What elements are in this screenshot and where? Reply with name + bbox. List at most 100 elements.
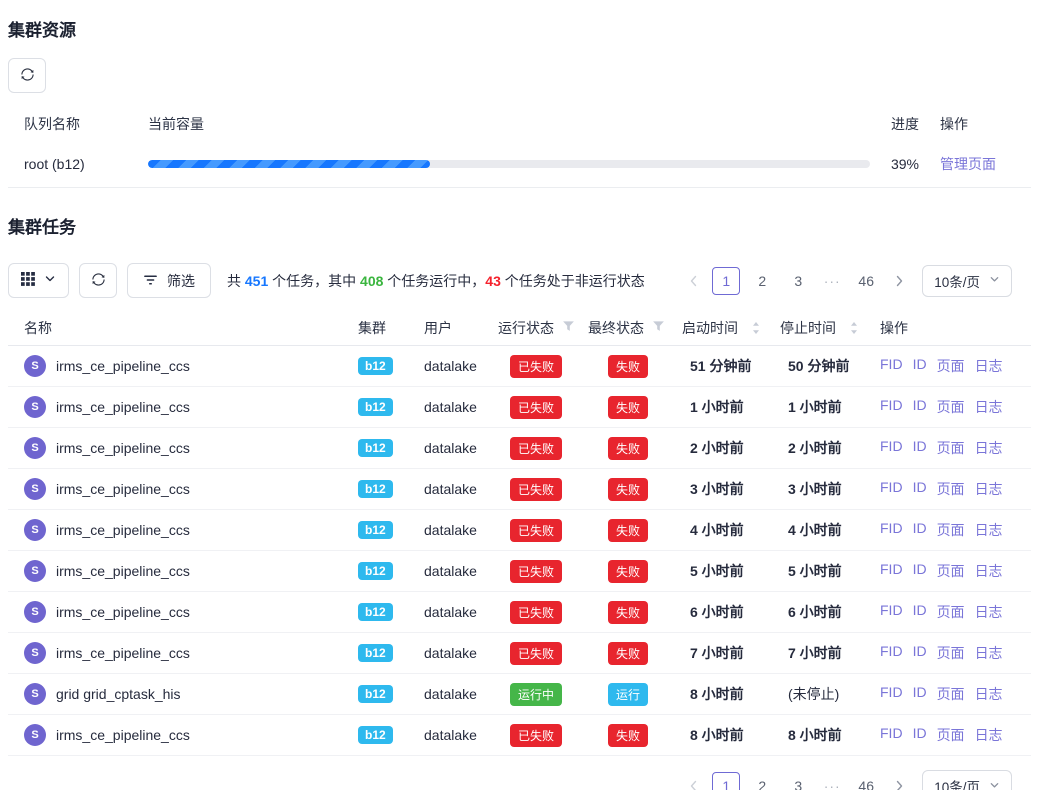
page-size-value: 10条/页: [934, 776, 980, 790]
pagination-page-2[interactable]: 2: [748, 772, 776, 790]
action-link-id[interactable]: ID: [913, 561, 927, 581]
header-final-status: 最终状态: [588, 318, 682, 338]
spark-avatar-icon: S: [24, 601, 46, 623]
cluster-resources-title: 集群资源: [8, 16, 1031, 41]
stop-time-cell: 6 小时前: [780, 602, 880, 622]
pagination-prev-button[interactable]: [682, 267, 704, 295]
action-link-id[interactable]: ID: [913, 725, 927, 745]
action-link-id[interactable]: ID: [913, 438, 927, 458]
final-status-badge: 失败: [608, 724, 648, 747]
pagination-page-46[interactable]: 46: [852, 267, 880, 295]
task-name-cell: S irms_ce_pipeline_ccs: [8, 396, 358, 418]
action-link-fid[interactable]: FID: [880, 684, 903, 704]
sorter-icon[interactable]: [850, 321, 858, 335]
final-status-badge: 失败: [608, 396, 648, 419]
header-stop-time[interactable]: 停止时间: [780, 318, 880, 338]
action-link-日志[interactable]: 日志: [975, 397, 1003, 417]
action-link-页面[interactable]: 页面: [937, 438, 965, 458]
action-link-id[interactable]: ID: [913, 684, 927, 704]
action-link-日志[interactable]: 日志: [975, 520, 1003, 540]
manage-page-link[interactable]: 管理页面: [940, 156, 996, 172]
pagination-prev-button[interactable]: [682, 772, 704, 790]
page-size-select[interactable]: 10条/页: [922, 770, 1012, 790]
pagination-page-3[interactable]: 3: [784, 772, 812, 790]
task-table-header: 名称 集群 用户 运行状态 最终状态 启动时间 停止时间 操作: [8, 310, 1031, 346]
pagination-page-3[interactable]: 3: [784, 267, 812, 295]
pagination-next-button[interactable]: [888, 772, 910, 790]
filter-button[interactable]: 筛选: [127, 263, 211, 298]
pagination-ellipsis[interactable]: ···: [820, 273, 844, 289]
pagination-ellipsis[interactable]: ···: [820, 778, 844, 790]
action-link-日志[interactable]: 日志: [975, 684, 1003, 704]
task-name-cell: S irms_ce_pipeline_ccs: [8, 519, 358, 541]
cluster-tag: b12: [358, 357, 393, 375]
filter-funnel-icon[interactable]: [652, 320, 665, 336]
action-link-页面[interactable]: 页面: [937, 643, 965, 663]
stop-time-cell: (未停止): [780, 684, 880, 704]
filter-funnel-icon[interactable]: [562, 320, 575, 336]
cluster-tag: b12: [358, 603, 393, 621]
user-cell: datalake: [424, 358, 498, 374]
action-link-id[interactable]: ID: [913, 479, 927, 499]
stop-time-cell: 3 小时前: [780, 479, 880, 499]
task-name: irms_ce_pipeline_ccs: [56, 358, 190, 374]
header-name: 名称: [8, 318, 358, 338]
action-link-id[interactable]: ID: [913, 643, 927, 663]
stop-time-cell: 8 小时前: [780, 725, 880, 745]
action-link-fid[interactable]: FID: [880, 356, 903, 376]
pagination-page-46[interactable]: 46: [852, 772, 880, 790]
task-name-cell: S irms_ce_pipeline_ccs: [8, 642, 358, 664]
action-link-id[interactable]: ID: [913, 397, 927, 417]
table-row: S irms_ce_pipeline_ccs b12 datalake 已失败 …: [8, 633, 1031, 674]
action-link-页面[interactable]: 页面: [937, 356, 965, 376]
action-link-日志[interactable]: 日志: [975, 725, 1003, 745]
row-actions: FID ID 页面日志: [880, 438, 1031, 458]
summary-text: 共: [227, 273, 245, 289]
action-link-fid[interactable]: FID: [880, 397, 903, 417]
refresh-tasks-button[interactable]: [79, 263, 117, 298]
action-link-页面[interactable]: 页面: [937, 684, 965, 704]
action-link-id[interactable]: ID: [913, 356, 927, 376]
action-link-日志[interactable]: 日志: [975, 561, 1003, 581]
row-actions: FID ID 页面日志: [880, 356, 1031, 376]
action-link-fid[interactable]: FID: [880, 520, 903, 540]
action-link-日志[interactable]: 日志: [975, 356, 1003, 376]
header-run-status-label: 运行状态: [498, 318, 554, 338]
action-link-fid[interactable]: FID: [880, 561, 903, 581]
user-cell: datalake: [424, 686, 498, 702]
action-link-日志[interactable]: 日志: [975, 479, 1003, 499]
action-link-页面[interactable]: 页面: [937, 561, 965, 581]
stop-time-cell: 7 小时前: [780, 643, 880, 663]
action-link-fid[interactable]: FID: [880, 438, 903, 458]
pagination-next-button[interactable]: [888, 267, 910, 295]
stop-time-cell: 5 小时前: [780, 561, 880, 581]
header-final-status-label: 最终状态: [588, 318, 644, 338]
page-size-select[interactable]: 10条/页: [922, 265, 1012, 297]
pagination-page-1[interactable]: 1: [712, 267, 740, 295]
action-link-fid[interactable]: FID: [880, 479, 903, 499]
header-actions: 操作: [880, 318, 1031, 338]
action-link-日志[interactable]: 日志: [975, 602, 1003, 622]
filter-button-label: 筛选: [167, 271, 195, 291]
action-link-日志[interactable]: 日志: [975, 438, 1003, 458]
action-link-页面[interactable]: 页面: [937, 602, 965, 622]
action-link-日志[interactable]: 日志: [975, 643, 1003, 663]
layout-dropdown-button[interactable]: [8, 263, 69, 298]
cluster-tag: b12: [358, 726, 393, 744]
action-link-fid[interactable]: FID: [880, 725, 903, 745]
sorter-icon[interactable]: [752, 321, 760, 335]
pagination-page-2[interactable]: 2: [748, 267, 776, 295]
header-start-time[interactable]: 启动时间: [682, 318, 780, 338]
action-link-页面[interactable]: 页面: [937, 725, 965, 745]
action-link-id[interactable]: ID: [913, 520, 927, 540]
action-link-fid[interactable]: FID: [880, 602, 903, 622]
action-link-fid[interactable]: FID: [880, 643, 903, 663]
pagination-page-1[interactable]: 1: [712, 772, 740, 790]
header-progress: 进度: [870, 114, 940, 134]
action-link-页面[interactable]: 页面: [937, 520, 965, 540]
row-actions: FID ID 页面日志: [880, 397, 1031, 417]
action-link-页面[interactable]: 页面: [937, 397, 965, 417]
refresh-resources-button[interactable]: [8, 58, 46, 93]
action-link-id[interactable]: ID: [913, 602, 927, 622]
action-link-页面[interactable]: 页面: [937, 479, 965, 499]
